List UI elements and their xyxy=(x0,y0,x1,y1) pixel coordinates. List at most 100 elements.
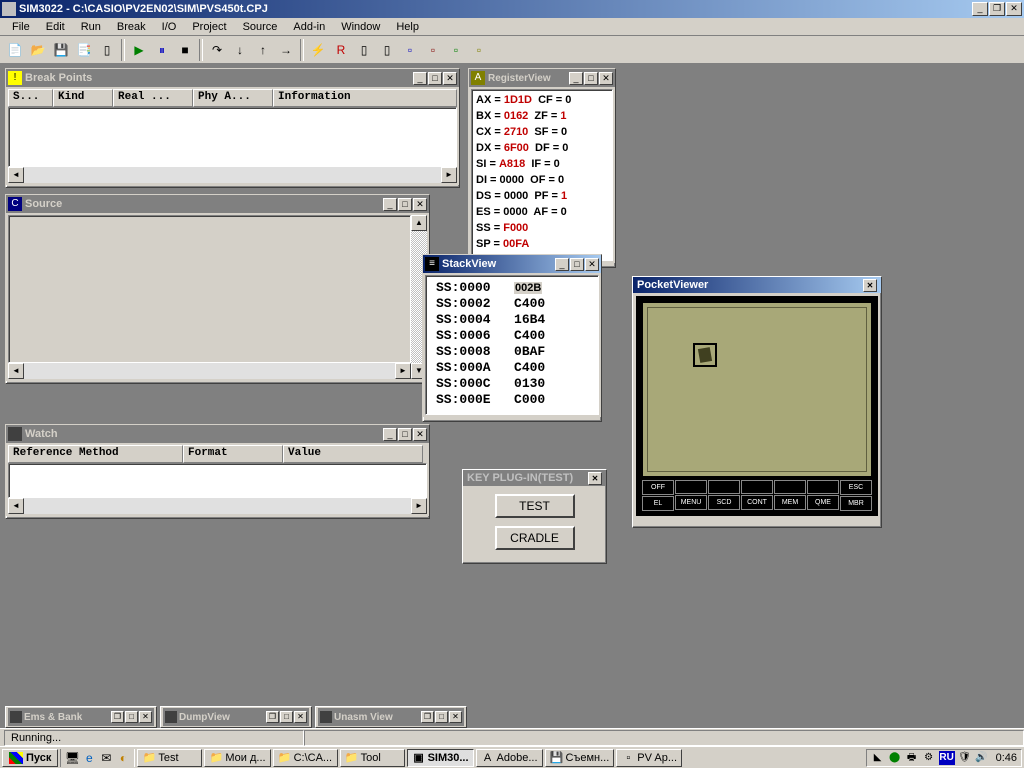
stack-row[interactable]: SS:0006 C400 xyxy=(428,328,596,344)
tray-icon[interactable]: 🖶 xyxy=(905,751,919,765)
ql-desktop-icon[interactable]: 🖥 xyxy=(64,750,80,766)
run-icon[interactable]: ▶ xyxy=(128,39,150,61)
source-editor[interactable] xyxy=(8,215,411,363)
breakpoints-col[interactable]: Kind xyxy=(53,89,113,107)
source-hscroll[interactable]: ◄► xyxy=(8,363,411,379)
task-[interactable]: 💾Съемн... xyxy=(545,749,615,767)
step-out-icon[interactable]: ↑ xyxy=(252,39,274,61)
watch-hscroll[interactable]: ◄► xyxy=(8,498,427,514)
tray-volume-icon[interactable]: 🔊 xyxy=(975,751,989,765)
pv-key-mbr[interactable]: MBR xyxy=(840,496,872,511)
pv-key-el[interactable]: EL xyxy=(642,496,674,511)
open-icon[interactable]: 📂 xyxy=(27,39,49,61)
pv-key-blank[interactable] xyxy=(675,480,707,494)
pv-key-blank[interactable] xyxy=(741,480,773,494)
task-cca[interactable]: 📁C:\CA... xyxy=(273,749,338,767)
watch-col[interactable]: Value xyxy=(283,445,423,463)
register-close[interactable]: ✕ xyxy=(599,72,613,85)
stack-row[interactable]: SS:000A C400 xyxy=(428,360,596,376)
breakpoints-col[interactable]: Information xyxy=(273,89,457,107)
rom-icon[interactable]: R xyxy=(330,39,352,61)
save-icon[interactable]: 💾 xyxy=(50,39,72,61)
key-plugin-close[interactable]: ✕ xyxy=(588,472,602,485)
task-pvap[interactable]: ▫PV Ap... xyxy=(616,749,682,767)
source-minimize[interactable]: _ xyxy=(383,198,397,211)
minimized-dumpview[interactable]: DumpView❐□✕ xyxy=(160,706,312,728)
task-tool[interactable]: 📁Tool xyxy=(340,749,405,767)
save-all-icon[interactable]: 📑 xyxy=(73,39,95,61)
stack-row[interactable]: SS:000E C000 xyxy=(428,392,596,408)
menu-help[interactable]: Help xyxy=(388,19,427,35)
register-titlebar[interactable]: A RegisterView _ □ ✕ xyxy=(469,69,615,87)
watch-titlebar[interactable]: Watch _ □ ✕ xyxy=(6,425,429,443)
ql-ie-icon[interactable]: e xyxy=(81,750,97,766)
stack-row[interactable]: SS:0008 0BAF xyxy=(428,344,596,360)
menu-project[interactable]: Project xyxy=(184,19,234,35)
pv-key-mem[interactable]: MEM xyxy=(774,495,806,510)
stack-row[interactable]: SS:0002 C400 xyxy=(428,296,596,312)
breakpoints-list[interactable] xyxy=(8,107,457,167)
ql-media-icon[interactable]: ◐ xyxy=(115,750,131,766)
menu-source[interactable]: Source xyxy=(235,19,286,35)
tool3-icon[interactable]: ▯ xyxy=(376,39,398,61)
menu-window[interactable]: Window xyxy=(333,19,388,35)
cradle-button[interactable]: CRADLE xyxy=(495,526,575,550)
menu-file[interactable]: File xyxy=(4,19,38,35)
start-button[interactable]: Пуск xyxy=(2,749,58,767)
tray-language[interactable]: RU xyxy=(939,751,955,765)
pv-key-menu[interactable]: MENU xyxy=(675,495,707,510)
ql-oe-icon[interactable]: ✉ xyxy=(98,750,114,766)
task-sim30[interactable]: ▣SIM30... xyxy=(407,749,474,767)
pv-key-blank[interactable] xyxy=(774,480,806,494)
step-into-icon[interactable]: ↓ xyxy=(229,39,251,61)
pocketviewer-screen[interactable] xyxy=(642,302,872,477)
task-test[interactable]: 📁Test xyxy=(137,749,202,767)
pv-key-off[interactable]: OFF xyxy=(642,480,674,495)
box-g-icon[interactable]: ▫ xyxy=(445,39,467,61)
pv-key-scd[interactable]: SCD xyxy=(708,495,740,510)
pv-key-esc[interactable]: ESC xyxy=(840,480,872,495)
watch-list[interactable] xyxy=(8,463,427,498)
tool1-icon[interactable]: ⚡ xyxy=(307,39,329,61)
minimized-unasm-view[interactable]: Unasm View❐□✕ xyxy=(315,706,467,728)
breakpoints-titlebar[interactable]: ! Break Points _ □ ✕ xyxy=(6,69,459,87)
watch-minimize[interactable]: _ xyxy=(383,428,397,441)
menu-run[interactable]: Run xyxy=(73,19,109,35)
menu-add-in[interactable]: Add-in xyxy=(285,19,333,35)
key-plugin-titlebar[interactable]: KEY PLUG-IN(TEST) ✕ xyxy=(463,470,606,486)
new-icon[interactable]: 📄 xyxy=(4,39,26,61)
box-blue-icon[interactable]: ▫ xyxy=(399,39,421,61)
box-y-icon[interactable]: ▫ xyxy=(468,39,490,61)
pocketviewer-titlebar[interactable]: PocketViewer ✕ xyxy=(633,277,881,293)
source-close[interactable]: ✕ xyxy=(413,198,427,211)
source-titlebar[interactable]: C Source _ □ ✕ xyxy=(6,195,429,213)
run-to-icon[interactable]: → xyxy=(275,39,297,61)
pause-icon[interactable]: ⏸ xyxy=(151,39,173,61)
breakpoints-col[interactable]: S... xyxy=(8,89,53,107)
main-close-button[interactable]: ✕ xyxy=(1006,2,1022,16)
stack-maximize[interactable]: □ xyxy=(570,258,584,271)
tray-icon[interactable]: ◣ xyxy=(871,751,885,765)
stack-row[interactable]: SS:0004 16B4 xyxy=(428,312,596,328)
stack-minimize[interactable]: _ xyxy=(555,258,569,271)
menu-break[interactable]: Break xyxy=(109,19,154,35)
breakpoints-col[interactable]: Phy A... xyxy=(193,89,273,107)
pv-key-blank[interactable] xyxy=(807,480,839,494)
menu-i/o[interactable]: I/O xyxy=(154,19,185,35)
step-over-icon[interactable]: ↷ xyxy=(206,39,228,61)
pv-key-qme[interactable]: QME xyxy=(807,495,839,510)
breakpoints-close[interactable]: ✕ xyxy=(443,72,457,85)
pv-key-blank[interactable] xyxy=(708,480,740,494)
breakpoints-minimize[interactable]: _ xyxy=(413,72,427,85)
register-maximize[interactable]: □ xyxy=(584,72,598,85)
menu-edit[interactable]: Edit xyxy=(38,19,73,35)
tray-clock[interactable]: 0:46 xyxy=(996,752,1017,764)
source-maximize[interactable]: □ xyxy=(398,198,412,211)
stop-icon[interactable]: ■ xyxy=(174,39,196,61)
watch-col[interactable]: Format xyxy=(183,445,283,463)
tray-icon[interactable]: ⬤ xyxy=(888,751,902,765)
tool2-icon[interactable]: ▯ xyxy=(353,39,375,61)
register-minimize[interactable]: _ xyxy=(569,72,583,85)
main-minimize-button[interactable]: _ xyxy=(972,2,988,16)
tray-icon[interactable]: ⚙ xyxy=(922,751,936,765)
